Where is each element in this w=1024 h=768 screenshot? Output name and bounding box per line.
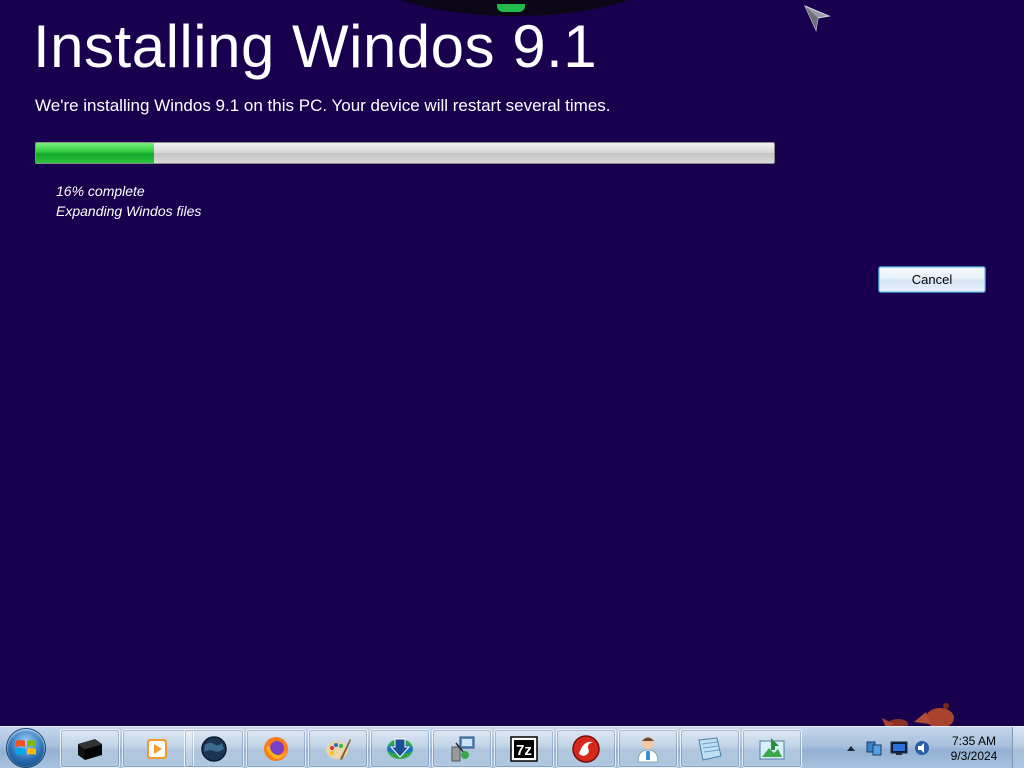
taskbar-app-notepad[interactable] — [680, 729, 740, 768]
volume-icon[interactable] — [914, 740, 930, 756]
taskbar-app-firefox[interactable] — [246, 729, 306, 768]
progress-percent-text: 16% complete — [56, 183, 145, 199]
paint-icon — [326, 738, 351, 760]
svg-text:7z: 7z — [516, 742, 532, 759]
red-app-icon — [572, 734, 600, 763]
taskbar-app-network-setup[interactable] — [432, 729, 492, 768]
7zip-icon: 7z — [510, 735, 538, 762]
start-button[interactable] — [7, 729, 45, 767]
media-player-icon — [147, 738, 167, 759]
green-indicator-icon — [497, 4, 525, 12]
taskbar-app-red[interactable] — [556, 729, 616, 768]
progress-fill — [36, 143, 155, 163]
clock-date: 9/3/2024 — [950, 749, 998, 763]
page-title: Installing Windos 9.1 — [33, 13, 598, 80]
taskbar-app-paint[interactable] — [308, 729, 368, 768]
cancel-button[interactable]: Cancel — [878, 266, 986, 293]
install-progress-bar — [35, 142, 775, 164]
user-assistant-icon — [637, 736, 659, 762]
taskbar-app-download-manager[interactable] — [370, 729, 430, 768]
taskbar-app-black-box[interactable] — [60, 729, 120, 768]
windows-logo-icon — [16, 740, 36, 755]
globe-icon — [201, 735, 227, 762]
clock-time: 7:35 AM — [951, 734, 997, 748]
taskbar-app-7zip[interactable]: 7z — [494, 729, 554, 768]
notepad-icon — [698, 736, 722, 761]
black-box-icon — [78, 738, 102, 760]
download-manager-icon — [387, 738, 413, 759]
install-description: We're installing Windos 9.1 on this PC. … — [35, 96, 611, 115]
current-task-text: Expanding Windos files — [56, 203, 202, 219]
taskbar-app-user-assistant[interactable] — [618, 729, 678, 768]
image-viewer-icon — [759, 737, 785, 759]
show-desktop-button[interactable] — [1012, 727, 1024, 768]
mouse-cursor-icon — [804, 5, 831, 32]
taskbar-app-globe[interactable] — [184, 729, 244, 768]
taskbar-app-image-viewer[interactable] — [742, 729, 802, 768]
network-icon[interactable] — [866, 740, 882, 756]
taskbar: 7z 7:35 AM 9/3/2024 — [0, 726, 1024, 768]
system-clock[interactable]: 7:35 AM 9/3/2024 — [940, 734, 1008, 764]
firefox-icon — [264, 736, 288, 761]
monitor-icon[interactable] — [890, 740, 908, 756]
desktop: Installing Windos 9.1 We're installing W… — [0, 0, 1024, 768]
network-setup-icon — [451, 736, 475, 761]
show-hidden-icons-arrow[interactable] — [846, 744, 856, 752]
